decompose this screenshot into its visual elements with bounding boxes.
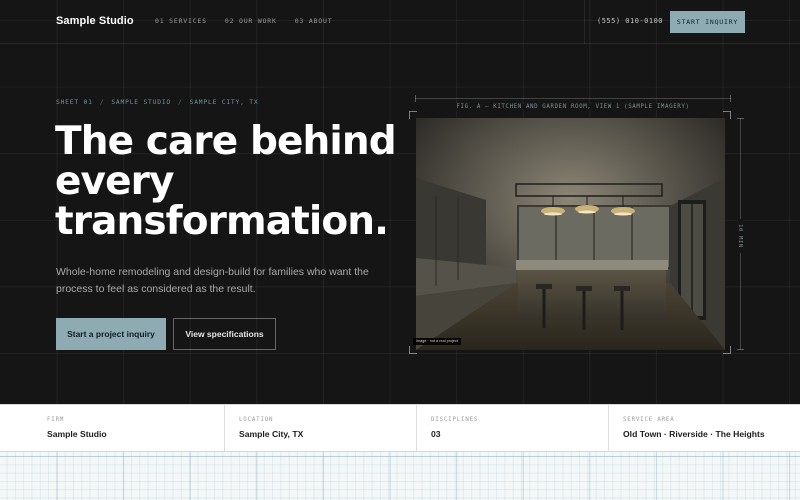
fact-label: FIRM (47, 417, 65, 423)
brand-logo[interactable]: Sample Studio (56, 15, 134, 27)
phone-number[interactable]: (555) 010-0100 (597, 17, 663, 25)
kitchen-illustration (416, 118, 725, 350)
nav-link-services[interactable]: 01 SERVICES (155, 17, 207, 25)
kitchen-interior-photo (416, 118, 725, 350)
blueprint-grid-band (0, 452, 800, 500)
nav-links: 01 SERVICES 02 OUR WORK 03 ABOUT (155, 17, 332, 25)
fact-value: 03 (431, 429, 441, 439)
nav-link-about[interactable]: 03 ABOUT (295, 17, 333, 25)
nav-link-our-work[interactable]: 02 OUR WORK (225, 17, 277, 25)
figure-caption: FIG. A — KITCHEN AND GARDEN ROOM, VIEW 1… (451, 104, 695, 110)
page-title: The care behind every transformation. (55, 119, 397, 244)
hero-subtext: Whole-home remodeling and design-build f… (56, 266, 369, 295)
view-specifications-button[interactable]: View specifications (173, 318, 276, 350)
breadcrumb: SHEET 01 / SAMPLE STUDIO / SAMPLE CITY, … (56, 99, 258, 106)
breadcrumb-item-city: SAMPLE CITY, TX (189, 99, 259, 106)
fact-firm: FIRM Sample Studio (0, 405, 225, 451)
top-nav: Sample Studio 01 SERVICES 02 OUR WORK 03… (0, 0, 800, 44)
fact-label: SERVICE AREA (623, 417, 675, 423)
breadcrumb-separator: / (99, 99, 105, 106)
breadcrumb-item-studio: SAMPLE STUDIO (111, 99, 172, 106)
project-inquiry-button[interactable]: Start a project inquiry (56, 318, 166, 350)
hero-section: Sample Studio 01 SERVICES 02 OUR WORK 03… (0, 0, 800, 404)
fact-value: Sample Studio (47, 429, 107, 439)
image-disclaimer-tag: image · not a real project (413, 338, 461, 345)
breadcrumb-item-sheet: SHEET 01 (56, 99, 93, 106)
start-inquiry-button[interactable]: START INQUIRY (670, 11, 745, 33)
nav-divider (584, 0, 585, 44)
fact-value: Sample City, TX (239, 429, 304, 439)
fact-label: DISCIPLINES (431, 417, 479, 423)
fact-disciplines: DISCIPLINES 03 (417, 405, 609, 451)
fact-service-area: SERVICE AREA Old Town · Riverside · The … (609, 405, 800, 451)
breadcrumb-separator: / (178, 99, 183, 106)
fact-label: LOCATION (239, 417, 274, 423)
figure-caption-rule: FIG. A — KITCHEN AND GARDEN ROOM, VIEW 1… (415, 95, 731, 110)
fact-location: LOCATION Sample City, TX (225, 405, 417, 451)
fact-value: Old Town · Riverside · The Heights (623, 429, 765, 439)
dimension-label: 10 MIN (737, 219, 743, 253)
studio-facts-bar: FIRM Sample Studio LOCATION Sample City,… (0, 404, 800, 452)
